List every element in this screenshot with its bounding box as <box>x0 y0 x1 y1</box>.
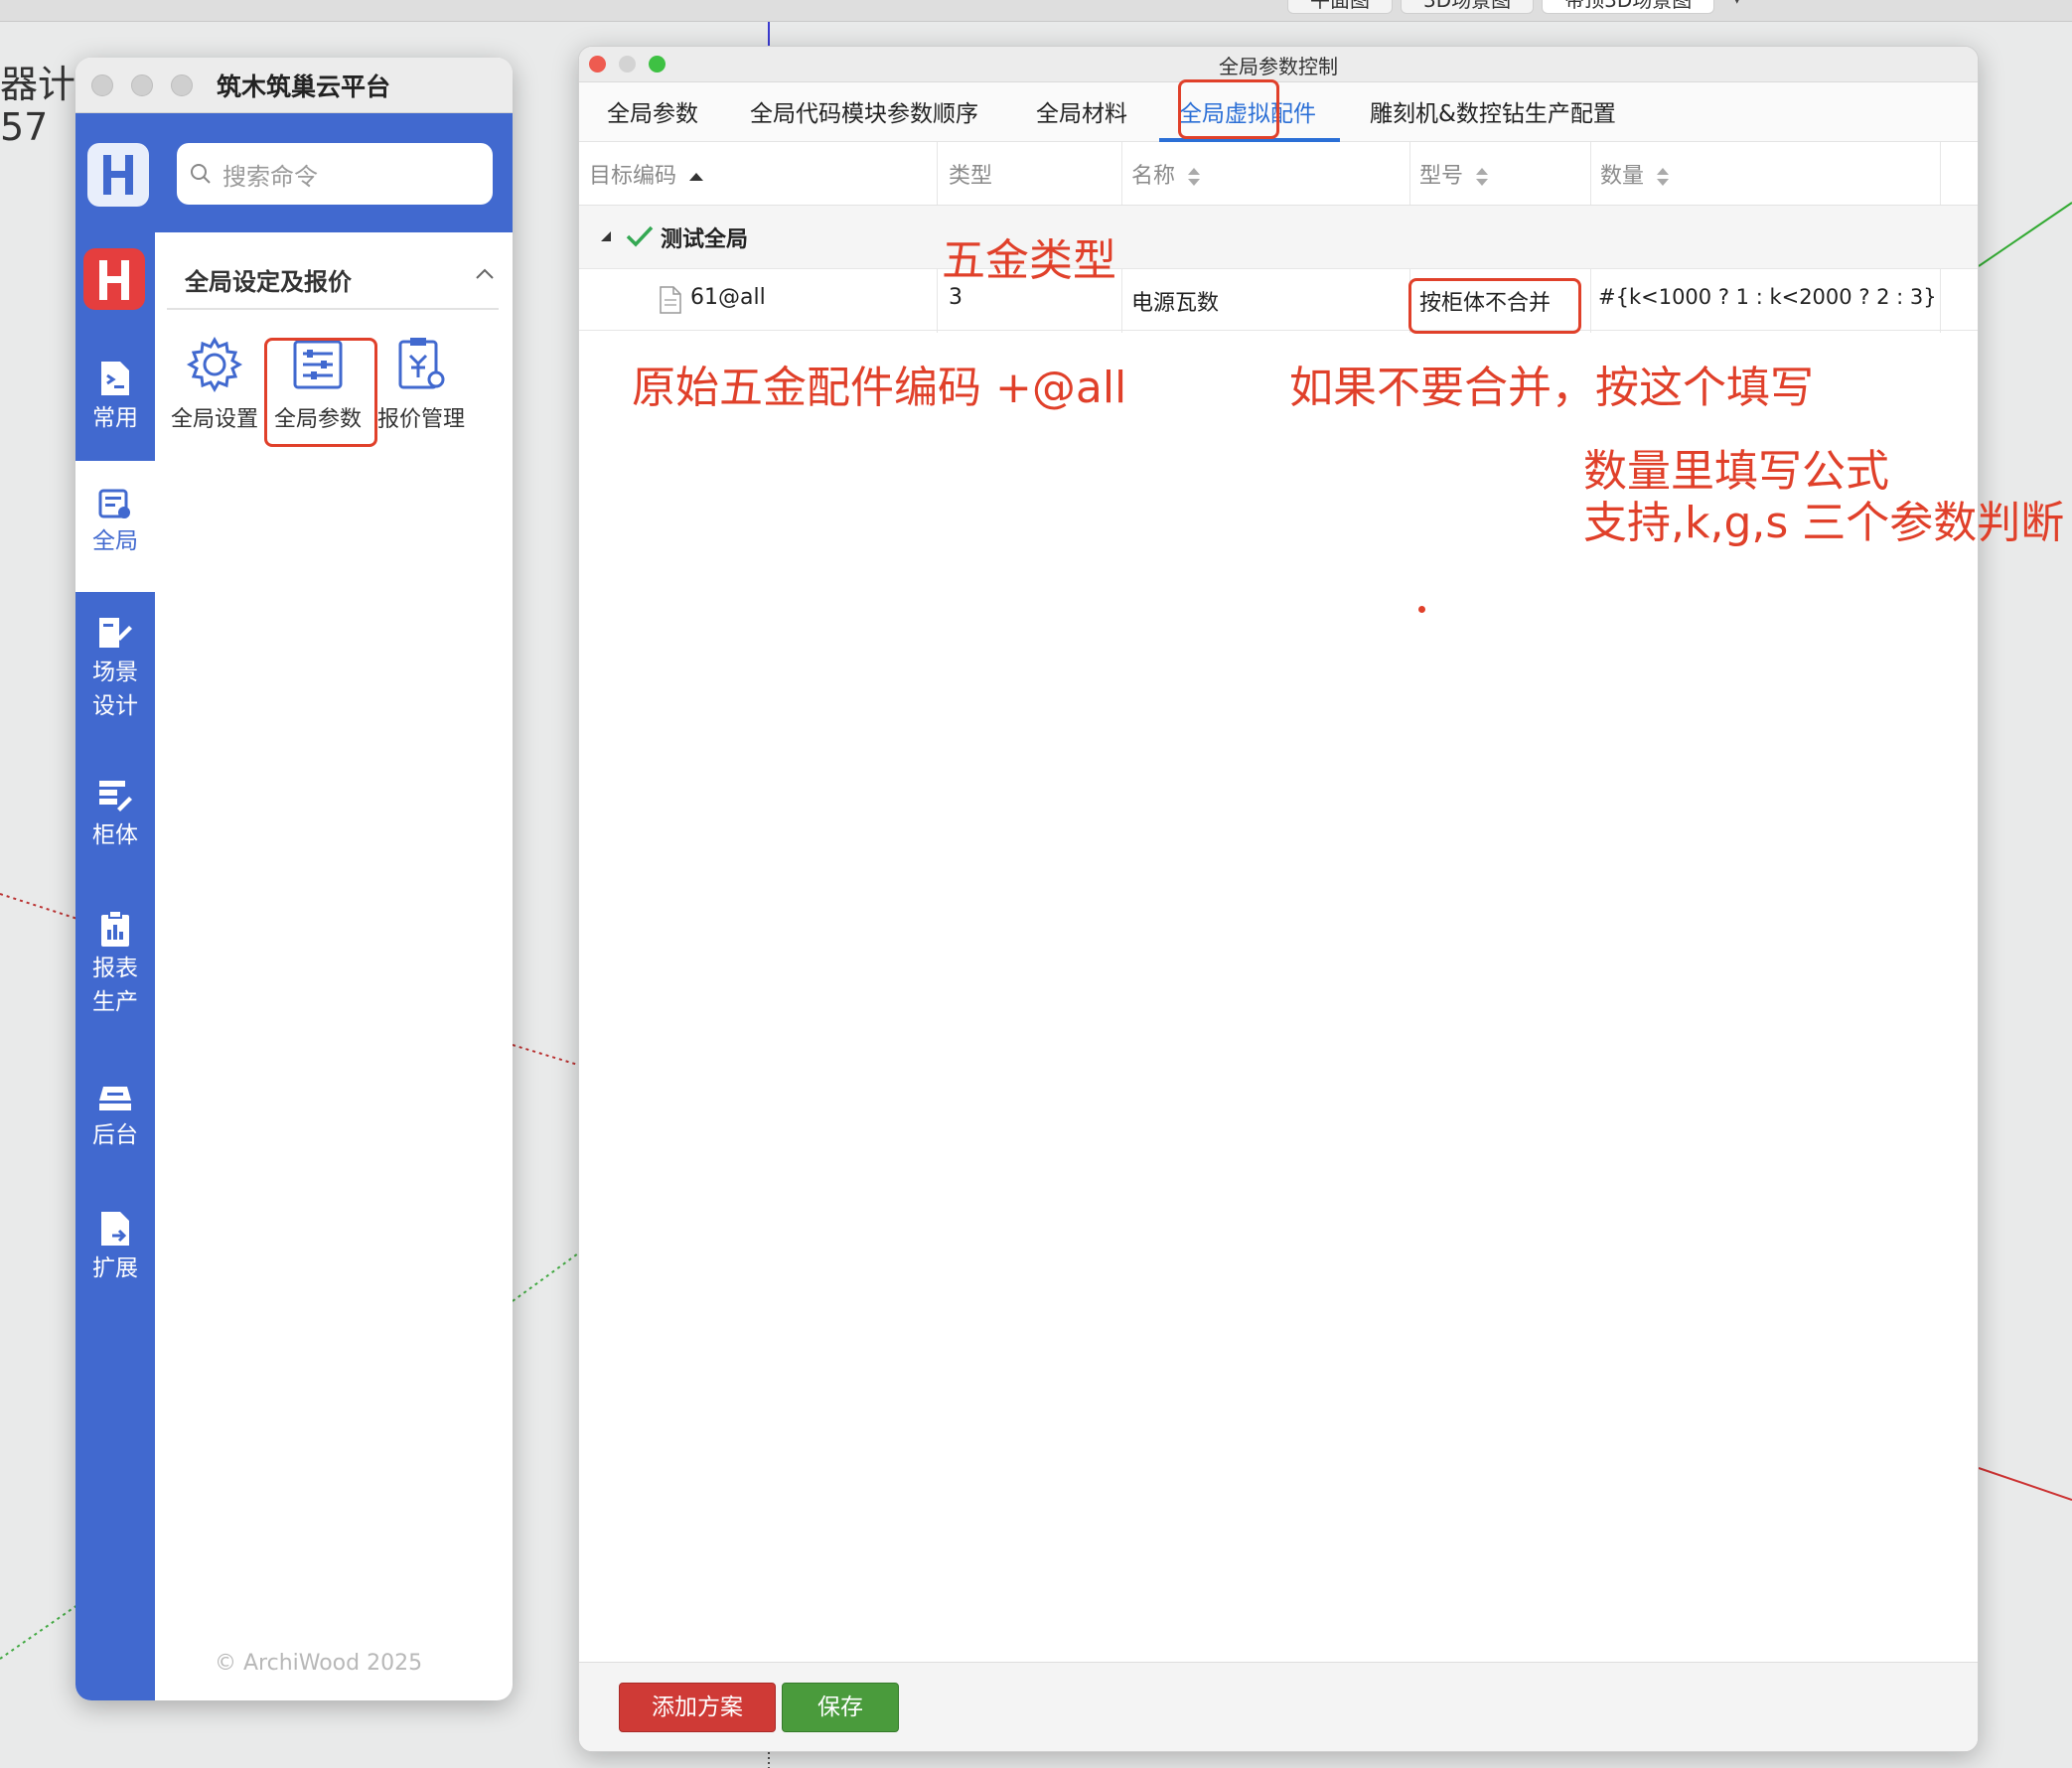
rail-label-scene-2: 设计 <box>92 693 138 719</box>
tool-quote-management[interactable]: 报价管理 <box>370 336 473 433</box>
rail-label-backend: 后台 <box>92 1122 138 1148</box>
rail-label-cabinet: 柜体 <box>92 822 138 848</box>
brand-logo-icon <box>83 248 145 310</box>
rail-label-report-1: 报表 <box>92 956 138 981</box>
annotation-dot <box>1418 606 1425 613</box>
rail-label-scene-1: 场景 <box>92 660 138 685</box>
expand-triangle-icon[interactable] <box>599 229 613 243</box>
group-name: 测试全局 <box>661 227 749 252</box>
sort-icon <box>1657 168 1670 186</box>
rail-item-global[interactable]: 全局 <box>75 461 155 592</box>
column-header-quantity[interactable]: 数量 <box>1600 158 1671 190</box>
copyright-text: © ArchiWood 2025 <box>215 1651 423 1676</box>
tab-cnc-production-config[interactable]: 雕刻机&数控钻生产配置 <box>1370 94 1616 128</box>
dialog-footer: 添加方案 保存 <box>579 1662 1978 1751</box>
dialog-title: 全局参数控制 <box>1219 55 1338 78</box>
rail-label-common: 常用 <box>92 405 138 431</box>
annotation-box-active-tab <box>1178 79 1279 139</box>
sort-icon <box>1476 168 1489 186</box>
extension-icon <box>101 1212 129 1246</box>
gear-icon <box>186 336 243 393</box>
annotation-merge-note: 如果不要合并，按这个填写 <box>1289 363 1814 413</box>
chevron-up-icon[interactable] <box>473 262 497 286</box>
rail-label-extension: 扩展 <box>92 1255 138 1281</box>
scene-design-icon <box>99 618 132 648</box>
platform-titlebar: 筑木筑巢云平台 <box>75 58 513 113</box>
annotation-code-note: 原始五金配件编码 +@all <box>632 363 1127 413</box>
rail-item-common[interactable]: 常用 <box>75 348 155 455</box>
annotation-box-global-params <box>264 338 377 447</box>
global-params-dialog: 全局参数控制 全局参数 全局代码模块参数顺序 全局材料 全局虚拟配件 雕刻机&数… <box>578 46 1979 1752</box>
global-icon <box>98 489 130 518</box>
panel-title: 全局设定及报价 <box>185 268 352 296</box>
rail-label-report-2: 生产 <box>92 989 138 1015</box>
rail-item-scene-design[interactable]: 场景 设计 <box>75 610 155 737</box>
add-plan-button[interactable]: 添加方案 <box>619 1683 776 1732</box>
rail-item-backend[interactable]: 后台 <box>75 1083 155 1182</box>
close-button[interactable] <box>91 74 113 96</box>
search-placeholder: 搜索命令 <box>222 162 318 191</box>
rail-item-cabinet[interactable]: 柜体 <box>75 779 155 878</box>
document-icon <box>660 286 681 314</box>
zoom-button[interactable] <box>171 74 193 96</box>
tab-global-materials[interactable]: 全局材料 <box>1036 94 1127 128</box>
tool-label-quote-management: 报价管理 <box>376 407 465 432</box>
tool-label-global-settings: 全局设置 <box>170 407 258 432</box>
column-header-target-code[interactable]: 目标编码 <box>589 158 705 190</box>
quote-icon <box>398 338 445 389</box>
rail-item-extension[interactable]: 扩展 <box>75 1210 155 1309</box>
common-icon <box>101 362 129 395</box>
data-grid: 目标编码 类型 名称 型号 数量 测试全局 61@all 3 电源瓦数 按柜体不… <box>579 142 1978 333</box>
annotation-box-model-cell <box>1408 278 1581 334</box>
save-button[interactable]: 保存 <box>782 1683 899 1732</box>
report-icon <box>101 910 129 947</box>
panel-divider <box>167 308 499 310</box>
dialog-titlebar: 全局参数控制 <box>579 47 1978 82</box>
column-header-type[interactable]: 类型 <box>949 158 992 190</box>
platform-window: 筑木筑巢云平台 搜索命令 常用 全局 场景 设计 柜体 报表 生产 后台 扩展 … <box>75 58 513 1700</box>
table-row[interactable]: 61@all 3 电源瓦数 按柜体不合并 #{k<1000 ? 1 : k<20… <box>579 269 1978 331</box>
rail-item-report[interactable]: 报表 生产 <box>75 910 155 1037</box>
platform-logo <box>87 143 149 207</box>
grid-header: 目标编码 类型 名称 型号 数量 <box>579 142 1978 206</box>
cabinet-icon <box>99 781 132 811</box>
cell-name[interactable]: 电源瓦数 <box>1131 285 1219 317</box>
search-input[interactable]: 搜索命令 <box>177 143 493 205</box>
sort-asc-icon <box>689 173 704 181</box>
cell-type[interactable]: 3 <box>949 285 962 310</box>
cell-quantity[interactable]: #{k<1000 ? 1 : k<2000 ? 2 : 3} <box>1598 285 1937 309</box>
cell-target-code[interactable]: 61@all <box>690 285 766 310</box>
tree-group-row[interactable]: 测试全局 <box>579 206 1978 269</box>
tab-global-params[interactable]: 全局参数 <box>607 94 698 128</box>
column-header-model[interactable]: 型号 <box>1419 158 1490 190</box>
minimize-button[interactable] <box>131 74 153 96</box>
checkmark-icon <box>626 225 654 247</box>
backend-icon <box>99 1087 131 1110</box>
rail-label-global: 全局 <box>92 528 138 554</box>
search-icon <box>191 164 211 184</box>
annotation-hardware-type: 五金类型 <box>942 235 1116 286</box>
tool-global-settings[interactable]: 全局设置 <box>163 336 266 433</box>
platform-title: 筑木筑巢云平台 <box>217 72 391 101</box>
tab-module-param-order[interactable]: 全局代码模块参数顺序 <box>750 94 978 128</box>
column-header-name[interactable]: 名称 <box>1131 158 1202 190</box>
sort-icon <box>1188 168 1201 186</box>
annotation-qty-note-2: 支持,k,g,s 三个参数判断 <box>1583 498 2065 548</box>
